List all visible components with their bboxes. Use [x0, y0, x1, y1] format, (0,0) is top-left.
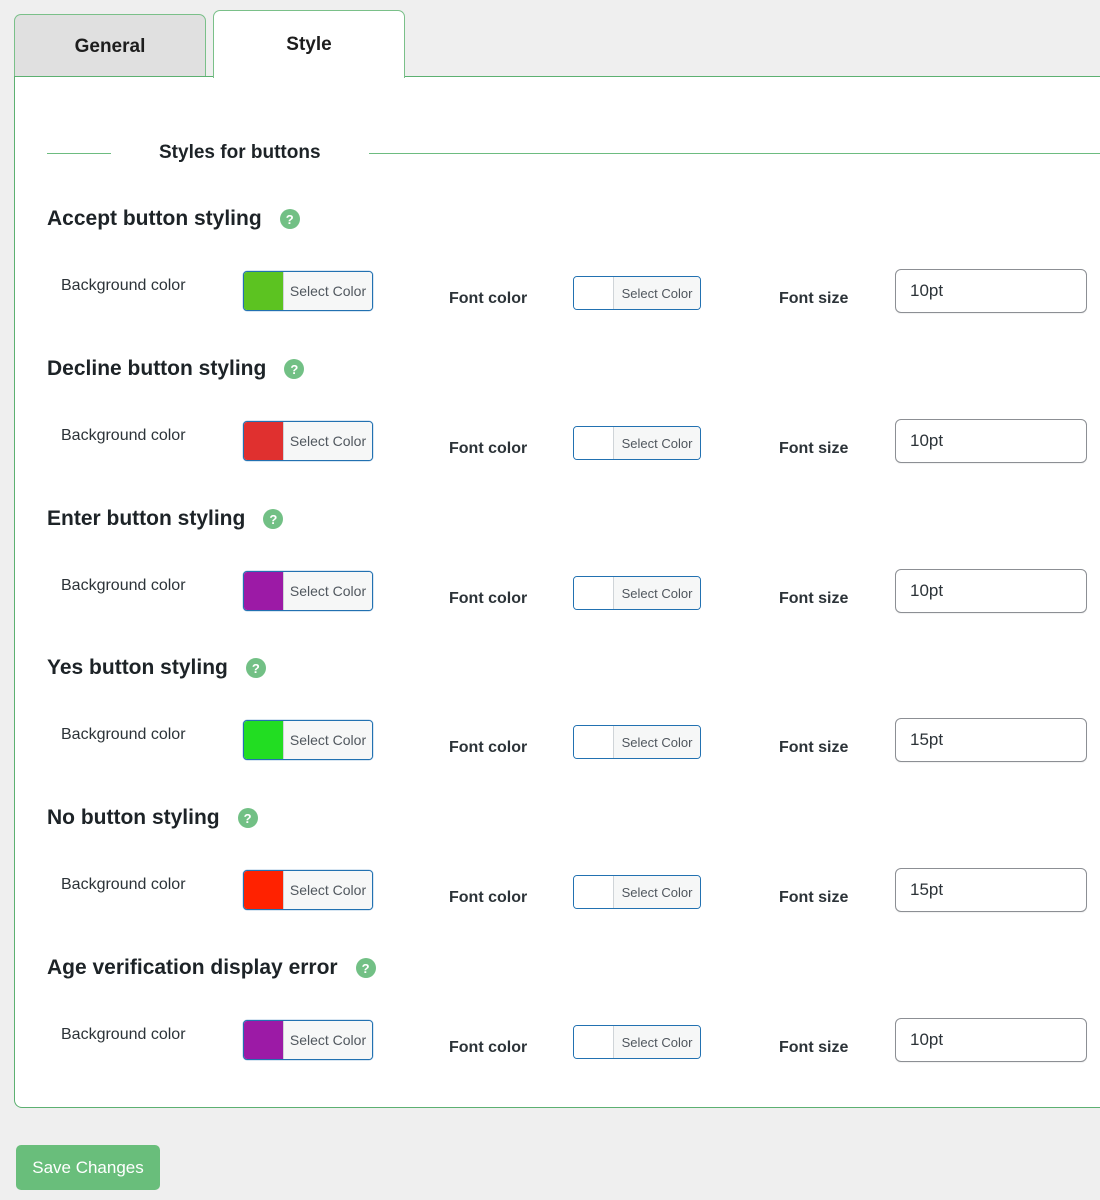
background-color-picker-label: Select Color — [284, 1021, 372, 1059]
help-icon[interactable]: ? — [355, 958, 376, 978]
background-color-picker-button[interactable]: Select Color — [243, 870, 373, 910]
background-color-picker-label: Select Color — [284, 422, 372, 460]
group-controls: Background color Select Color Font color… — [15, 269, 1100, 329]
font-color-label: Font color — [449, 440, 528, 457]
group-title: No button styling — [47, 806, 220, 829]
background-color-swatch — [244, 272, 284, 310]
font-size-input[interactable] — [895, 269, 1087, 313]
font-size-label: Font size — [779, 590, 849, 607]
font-color-label: Font color — [449, 1039, 528, 1056]
background-color-swatch — [244, 721, 284, 759]
help-icon[interactable]: ? — [284, 359, 305, 379]
background-color-label: Background color — [61, 577, 186, 594]
font-color-picker-label: Select Color — [614, 876, 700, 908]
group-heading-row: Age verification display error ? — [47, 956, 376, 980]
font-color-label: Font color — [449, 590, 528, 607]
background-color-picker-button[interactable]: Select Color — [243, 271, 373, 311]
font-size-input[interactable] — [895, 1018, 1087, 1062]
group-controls: Background color Select Color Font color… — [15, 419, 1100, 479]
group-controls: Background color Select Color Font color… — [15, 569, 1100, 629]
background-color-picker-button[interactable]: Select Color — [243, 571, 373, 611]
group-title: Enter button styling — [47, 507, 246, 530]
font-color-label: Font color — [449, 739, 528, 756]
font-color-picker-label: Select Color — [614, 277, 700, 309]
font-color-picker-label: Select Color — [614, 427, 700, 459]
font-color-swatch — [574, 577, 614, 609]
background-color-swatch — [244, 1021, 284, 1059]
font-color-picker-label: Select Color — [614, 726, 700, 758]
tab-general-label: General — [74, 35, 146, 57]
background-color-label: Background color — [61, 277, 186, 294]
font-color-picker-button[interactable]: Select Color — [573, 875, 701, 909]
background-color-picker-label: Select Color — [284, 871, 372, 909]
font-size-label: Font size — [779, 290, 849, 307]
group-heading-row: Decline button styling ? — [47, 357, 305, 381]
background-color-label: Background color — [61, 1026, 186, 1043]
font-color-label: Font color — [449, 889, 528, 906]
tab-strip: General Style — [0, 0, 1100, 80]
tab-style-label: Style — [286, 33, 332, 55]
style-settings-panel: Styles for buttons Accept button styling… — [14, 76, 1100, 1108]
legend-rule-left — [47, 152, 111, 154]
background-color-picker-button[interactable]: Select Color — [243, 720, 373, 760]
font-color-picker-button[interactable]: Select Color — [573, 1025, 701, 1059]
font-size-input[interactable] — [895, 718, 1087, 762]
group-heading-row: Accept button styling ? — [47, 207, 300, 231]
group-title: Decline button styling — [47, 357, 267, 380]
help-icon[interactable]: ? — [279, 209, 300, 229]
background-color-picker-label: Select Color — [284, 721, 372, 759]
group-title: Age verification display error — [47, 956, 338, 979]
background-color-label: Background color — [61, 726, 186, 743]
background-color-picker-button[interactable]: Select Color — [243, 1020, 373, 1060]
group-heading-row: Yes button styling ? — [47, 656, 266, 680]
font-color-picker-label: Select Color — [614, 577, 700, 609]
font-size-label: Font size — [779, 739, 849, 756]
help-icon[interactable]: ? — [237, 808, 258, 828]
background-color-swatch — [244, 572, 284, 610]
font-color-swatch — [574, 277, 614, 309]
group-controls: Background color Select Color Font color… — [15, 718, 1100, 778]
font-size-label: Font size — [779, 889, 849, 906]
font-color-picker-button[interactable]: Select Color — [573, 426, 701, 460]
section-header-styles-for-buttons: Styles for buttons — [47, 142, 1100, 164]
group-controls: Background color Select Color Font color… — [15, 868, 1100, 928]
font-color-picker-button[interactable]: Select Color — [573, 725, 701, 759]
help-icon[interactable]: ? — [263, 509, 284, 529]
background-color-picker-label: Select Color — [284, 272, 372, 310]
font-color-swatch — [574, 427, 614, 459]
font-color-swatch — [574, 876, 614, 908]
font-size-input[interactable] — [895, 419, 1087, 463]
background-color-swatch — [244, 422, 284, 460]
group-title: Yes button styling — [47, 656, 228, 679]
font-color-swatch — [574, 726, 614, 758]
font-color-picker-label: Select Color — [614, 1026, 700, 1058]
group-heading-row: Enter button styling ? — [47, 507, 284, 531]
background-color-picker-label: Select Color — [284, 572, 372, 610]
group-controls: Background color Select Color Font color… — [15, 1018, 1100, 1078]
font-size-input[interactable] — [895, 569, 1087, 613]
group-heading-row: No button styling ? — [47, 806, 258, 830]
help-icon[interactable]: ? — [245, 658, 266, 678]
font-color-picker-button[interactable]: Select Color — [573, 276, 701, 310]
tab-style[interactable]: Style — [213, 10, 405, 80]
font-color-picker-button[interactable]: Select Color — [573, 576, 701, 610]
background-color-swatch — [244, 871, 284, 909]
background-color-label: Background color — [61, 427, 186, 444]
font-size-input[interactable] — [895, 868, 1087, 912]
font-size-label: Font size — [779, 440, 849, 457]
legend-rule-right — [368, 152, 1100, 154]
background-color-picker-button[interactable]: Select Color — [243, 421, 373, 461]
font-color-label: Font color — [449, 290, 528, 307]
background-color-label: Background color — [61, 876, 186, 893]
tab-general[interactable]: General — [14, 14, 206, 78]
save-changes-button[interactable]: Save Changes — [16, 1145, 160, 1190]
font-color-swatch — [574, 1026, 614, 1058]
group-title: Accept button styling — [47, 207, 262, 230]
section-title: Styles for buttons — [159, 142, 321, 163]
font-size-label: Font size — [779, 1039, 849, 1056]
